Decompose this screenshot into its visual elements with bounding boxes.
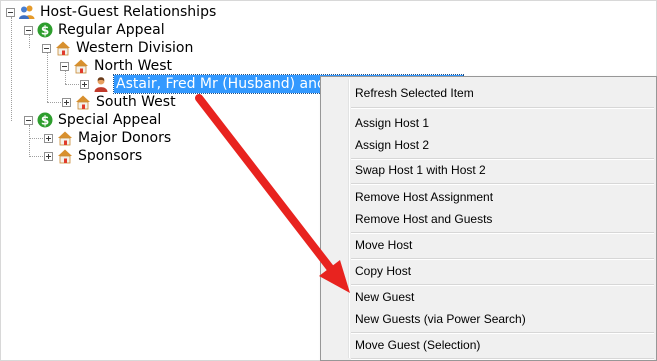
annotation-arrow: [195, 94, 350, 293]
